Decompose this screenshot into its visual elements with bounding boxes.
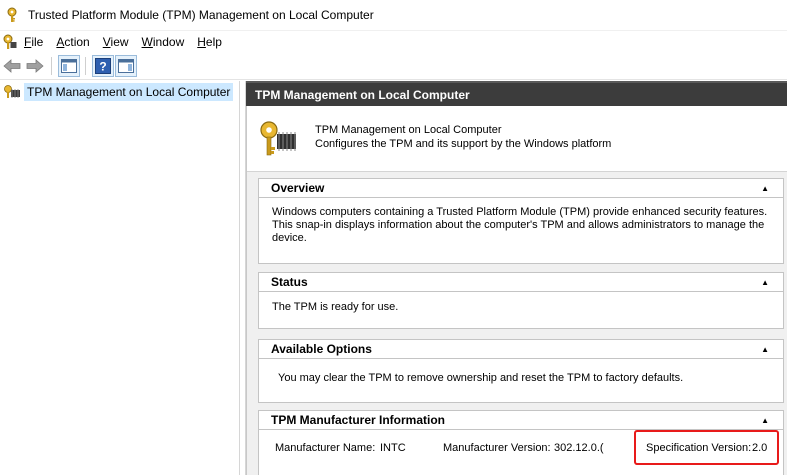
collapse-caret-icon[interactable]: ▲ [761,416,769,425]
tpm-chip-icon [4,85,20,98]
manufacturer-name-label: Manufacturer Name: [275,442,376,454]
menu-window[interactable]: Window [142,35,185,49]
collapse-caret-icon[interactable]: ▲ [761,278,769,287]
collapse-caret-icon[interactable]: ▲ [761,345,769,354]
toolbar-separator [85,56,86,75]
available-options-header[interactable]: Available Options ▲ [259,340,783,359]
show-hide-action-pane-button[interactable] [115,54,137,77]
forward-button[interactable] [24,55,46,77]
svg-text:?: ? [99,59,106,73]
overview-header[interactable]: Overview ▲ [259,179,783,198]
collapse-caret-icon[interactable]: ▲ [761,184,769,193]
status-text: The TPM is ready for use. [272,301,399,313]
tree-item-tpm-management[interactable]: TPM Management on Local Computer [0,81,239,103]
menu-action[interactable]: Action [56,35,89,49]
help-icon: ? [95,57,111,74]
available-options-text: You may clear the TPM to remove ownershi… [278,372,684,384]
overview-text: Windows computers containing a Trusted P… [272,206,768,244]
action-pane-icon [118,58,134,73]
overview-title: Overview [271,181,325,195]
overview-section: Overview ▲ Windows computers containing … [258,178,784,264]
console-tree-icon [61,58,77,73]
title-bar: Trusted Platform Module (TPM) Management… [0,0,787,31]
tree-item-label: TPM Management on Local Computer [24,83,234,101]
manufacturer-info-title: TPM Manufacturer Information [271,413,446,427]
back-arrow-icon [3,58,21,73]
show-hide-console-tree-button[interactable] [58,54,80,77]
back-button[interactable] [1,55,23,77]
menu-file[interactable]: File [24,35,43,49]
manufacturer-version-label: Manufacturer Version: [443,442,551,454]
menu-view[interactable]: View [103,35,129,49]
window-title: Trusted Platform Module (TPM) Management… [28,8,374,22]
manufacturer-name-value: INTC [380,442,406,454]
tpm-chip-large-icon [260,121,296,156]
console-tree: TPM Management on Local Computer [0,81,240,475]
results-pane: TPM Management on Local Computer TPM Man… [246,81,787,475]
status-header[interactable]: Status ▲ [259,273,783,292]
specification-version-highlight [634,430,779,465]
help-button[interactable]: ? [92,54,114,77]
results-pane-header: TPM Management on Local Computer [246,81,787,106]
menu-help[interactable]: Help [197,35,222,49]
status-section: Status ▲ The TPM is ready for use. [258,272,784,329]
tpm-key-icon [7,7,17,22]
intro-description: Configures the TPM and its support by th… [315,138,612,150]
available-options-title: Available Options [271,342,372,356]
results-pane-body: TPM Management on Local Computer Configu… [246,106,787,475]
forward-arrow-icon [26,58,44,73]
toolbar-separator [51,56,52,75]
tpm-key-icon[interactable] [2,34,18,50]
menu-bar: File Action View Window Help [0,31,787,52]
available-options-section: Available Options ▲ You may clear the TP… [258,339,784,403]
manufacturer-version-value: 302.12.0.( [554,442,604,454]
toolbar: ? [0,52,787,80]
snapin-intro: TPM Management on Local Computer Configu… [247,106,787,172]
status-title: Status [271,275,308,289]
manufacturer-info-header[interactable]: TPM Manufacturer Information ▲ [259,411,783,430]
intro-title: TPM Management on Local Computer [315,124,502,136]
